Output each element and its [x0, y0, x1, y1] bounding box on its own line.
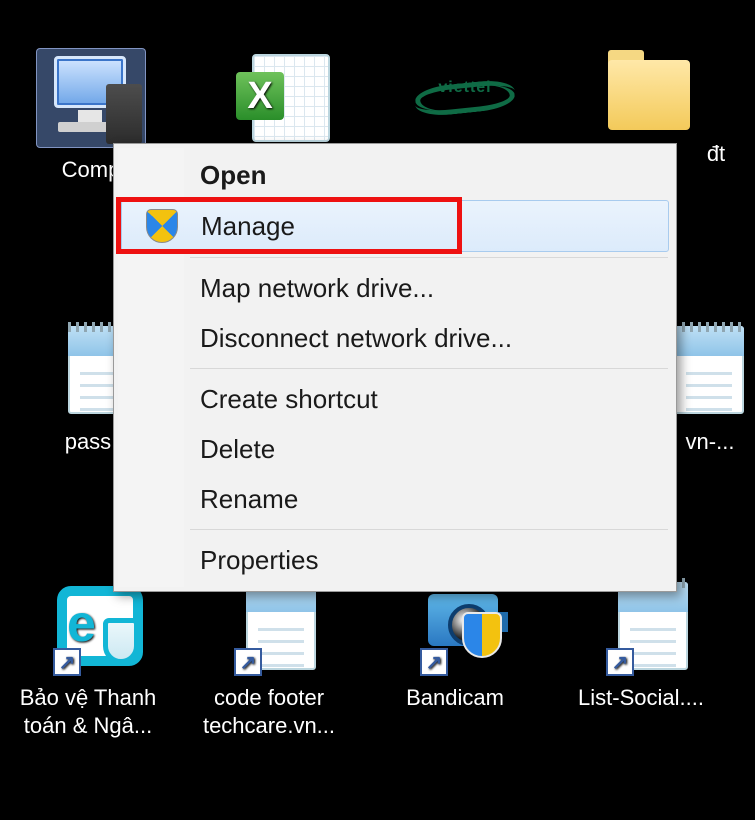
desktop-icon-list-social[interactable]: ↗ List-Social....: [556, 576, 726, 712]
context-menu-item-properties[interactable]: Properties: [118, 535, 672, 585]
context-menu-item-label: Delete: [200, 434, 275, 465]
context-menu-item-disconnect-drive[interactable]: Disconnect network drive...: [118, 313, 672, 363]
context-menu-item-manage[interactable]: Manage: [121, 200, 669, 252]
context-menu-item-label: Disconnect network drive...: [200, 323, 512, 354]
desktop-icon-viettel[interactable]: viettel: [380, 48, 550, 156]
context-menu-item-open[interactable]: Open: [118, 150, 672, 200]
context-menu-item-label: Rename: [200, 484, 298, 515]
context-menu: Open Manage Map network drive... Disconn…: [113, 143, 677, 592]
desktop-icon-label: List-Social....: [556, 684, 726, 712]
desktop-icon-code-footer[interactable]: ↗ code footer techcare.vn...: [184, 576, 354, 739]
context-menu-item-label: Properties: [200, 545, 319, 576]
desktop-icon-label: Bandicam: [370, 684, 540, 712]
context-menu-separator: [190, 257, 668, 258]
context-menu-item-delete[interactable]: Delete: [118, 424, 672, 474]
context-menu-separator: [190, 368, 668, 369]
context-menu-item-label: Create shortcut: [200, 384, 378, 415]
context-menu-item-create-shortcut[interactable]: Create shortcut: [118, 374, 672, 424]
desktop-icon-label: Bảo vệ Thanh toán & Ngâ...: [0, 684, 178, 739]
desktop-icon-excel[interactable]: X: [194, 48, 364, 156]
uac-shield-icon: [146, 209, 178, 243]
context-menu-separator: [190, 529, 668, 530]
context-menu-item-label: Open: [200, 160, 266, 191]
context-menu-item-label: Manage: [201, 211, 295, 242]
shortcut-overlay-icon: ↗: [53, 648, 81, 676]
shortcut-overlay-icon: ↗: [606, 648, 634, 676]
desktop-icon-bandicam[interactable]: ↗ Bandicam: [370, 576, 540, 712]
desktop-icon-label: đt: [676, 140, 755, 168]
context-menu-item-map-drive[interactable]: Map network drive...: [118, 263, 672, 313]
context-menu-item-rename[interactable]: Rename: [118, 474, 672, 524]
desktop-icon-eset[interactable]: e ↗ Bảo vệ Thanh toán & Ngâ...: [0, 576, 178, 739]
desktop-icon-partial-1[interactable]: đt: [676, 140, 755, 168]
shortcut-overlay-icon: ↗: [420, 648, 448, 676]
context-menu-item-label: Map network drive...: [200, 273, 434, 304]
shortcut-overlay-icon: ↗: [234, 648, 262, 676]
desktop-icon-label: code footer techcare.vn...: [184, 684, 354, 739]
